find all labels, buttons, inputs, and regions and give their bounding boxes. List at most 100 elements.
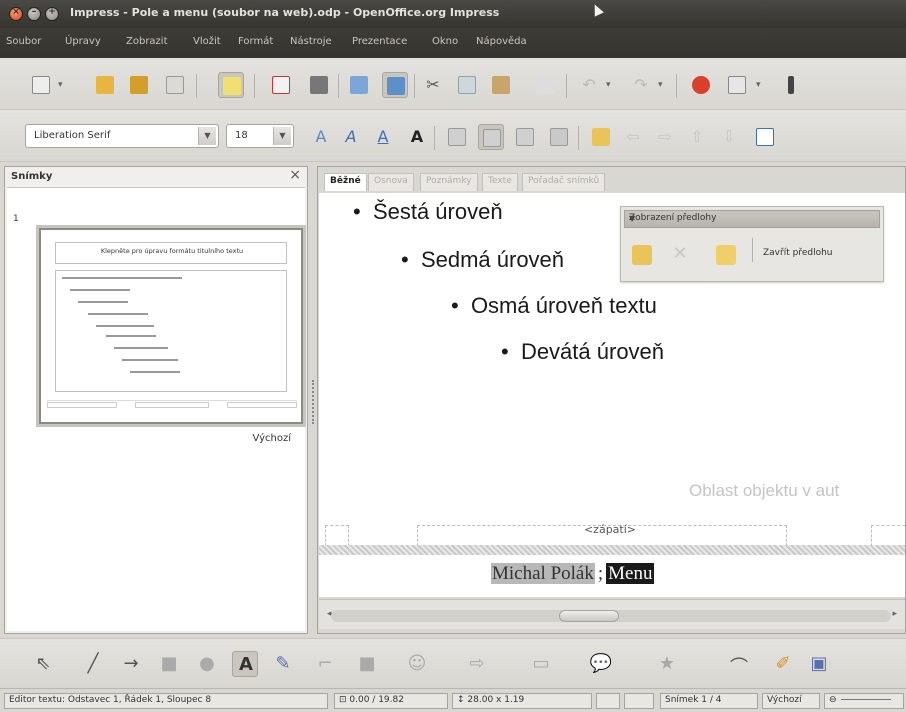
- minimize-window-button[interactable]: –: [27, 7, 41, 21]
- stars-button[interactable]: ★: [654, 651, 680, 677]
- table-button[interactable]: [724, 72, 750, 98]
- tab-normal[interactable]: Běžné: [324, 173, 367, 191]
- font-color-button[interactable]: A: [404, 124, 430, 150]
- scroll-right-icon[interactable]: ▸: [892, 609, 897, 619]
- bullets-toggle-button[interactable]: [588, 124, 614, 150]
- footer-field[interactable]: <zápatí>: [565, 523, 655, 536]
- demote-button[interactable]: ⇨: [652, 124, 678, 150]
- scissors-icon: ✂: [426, 75, 440, 94]
- redo-button[interactable]: ↷: [628, 72, 654, 98]
- line-button[interactable]: ╱: [80, 651, 106, 677]
- select-button[interactable]: ⇖: [30, 651, 56, 677]
- zoom-slider[interactable]: ⊖: [824, 693, 904, 709]
- scroll-thumb[interactable]: [559, 610, 619, 622]
- zoom-out-icon[interactable]: ⊖: [829, 695, 837, 705]
- chevron-down-icon[interactable]: ▼: [629, 214, 873, 223]
- print-button[interactable]: [306, 72, 332, 98]
- menu-help[interactable]: Nápověda: [476, 36, 527, 47]
- tab-notes[interactable]: Poznámky: [420, 173, 478, 191]
- align-center-button[interactable]: [478, 124, 504, 150]
- menu-format[interactable]: Formát: [238, 36, 273, 47]
- arrow-line-button[interactable]: →: [118, 651, 144, 677]
- close-master-view-button[interactable]: Zavřít předlohu: [763, 248, 832, 258]
- underline-button[interactable]: A: [370, 124, 396, 150]
- outline-level-6[interactable]: • Šestá úroveň: [353, 199, 503, 225]
- connector-button[interactable]: ⌐: [312, 651, 338, 677]
- font-size-dropdown-arrow[interactable]: ▼: [273, 127, 291, 145]
- text-button[interactable]: A: [232, 651, 258, 677]
- new-document-button[interactable]: [28, 72, 54, 98]
- basic-shapes-button[interactable]: ■: [354, 651, 380, 677]
- undo-button[interactable]: ↶: [576, 72, 602, 98]
- tab-slide-sorter[interactable]: Pořadač snímků: [522, 173, 606, 191]
- chart-button[interactable]: [688, 72, 714, 98]
- open-button[interactable]: [92, 72, 118, 98]
- position-icon: ⊡: [339, 695, 350, 705]
- outline-level-9[interactable]: • Devátá úroveň: [501, 339, 664, 365]
- cut-button[interactable]: ✂: [420, 72, 446, 98]
- block-arrows-button[interactable]: ⇨: [464, 651, 490, 677]
- shadow-font-button[interactable]: A: [338, 124, 364, 150]
- mail-button[interactable]: [162, 72, 188, 98]
- more-controls-button[interactable]: [778, 72, 804, 98]
- menu-insert[interactable]: Vložit: [193, 36, 221, 47]
- rectangle-button[interactable]: ■: [156, 651, 182, 677]
- undo-dropdown-arrow[interactable]: ▾: [606, 80, 611, 90]
- auto-spellcheck-button[interactable]: [382, 72, 408, 98]
- align-left-button[interactable]: [444, 124, 470, 150]
- new-master-button[interactable]: [629, 241, 655, 269]
- redo-dropdown-arrow[interactable]: ▾: [658, 80, 663, 90]
- maximize-window-button[interactable]: +: [45, 7, 59, 21]
- new-dropdown-arrow[interactable]: ▾: [58, 80, 63, 90]
- clone-format-button[interactable]: [532, 72, 558, 98]
- menu-tools[interactable]: Nástroje: [290, 36, 332, 47]
- move-down-button[interactable]: ⇩: [716, 124, 742, 150]
- tab-outline[interactable]: Osnova: [368, 173, 414, 191]
- spellcheck-button[interactable]: [346, 72, 372, 98]
- flowchart-button[interactable]: ▭: [528, 651, 554, 677]
- horizontal-scrollbar[interactable]: ◂ ▸: [319, 599, 905, 629]
- autolayout-placeholder[interactable]: Oblast objektu v aut: [689, 481, 839, 501]
- points-button[interactable]: ⌒: [726, 651, 752, 678]
- close-pane-icon[interactable]: ×: [289, 167, 301, 183]
- outline-font-button[interactable]: A: [308, 124, 334, 150]
- promote-button[interactable]: ⇦: [620, 124, 646, 150]
- footer-text[interactable]: Michal Polák; Menu: [491, 563, 655, 585]
- zoom-track[interactable]: [840, 699, 891, 700]
- character-button[interactable]: [752, 124, 778, 150]
- ellipse-button[interactable]: ●: [194, 651, 220, 677]
- menu-file[interactable]: Soubor: [6, 36, 41, 47]
- save-button[interactable]: [126, 72, 152, 98]
- paste-button[interactable]: [488, 72, 514, 98]
- glue-points-button[interactable]: ✐: [770, 651, 796, 677]
- fontwork-button[interactable]: ▣: [806, 651, 832, 677]
- delete-master-button[interactable]: ✕: [667, 241, 693, 269]
- table-dropdown-arrow[interactable]: ▾: [756, 80, 761, 90]
- outline-level-8[interactable]: • Osmá úroveň textu: [451, 293, 657, 319]
- align-right-button[interactable]: [512, 124, 538, 150]
- curve-button[interactable]: ✎: [270, 651, 296, 677]
- copy-button[interactable]: [454, 72, 480, 98]
- callouts-button[interactable]: 💬: [588, 651, 614, 677]
- menu-view[interactable]: Zobrazit: [126, 36, 168, 47]
- export-pdf-button[interactable]: [268, 72, 294, 98]
- menu-edit[interactable]: Úpravy: [65, 36, 101, 47]
- menu-slideshow[interactable]: Prezentace: [352, 36, 407, 47]
- splitter-grip[interactable]: [312, 380, 314, 424]
- move-up-button[interactable]: ⇧: [684, 124, 710, 150]
- menu-window[interactable]: Okno: [432, 36, 458, 47]
- layout-name[interactable]: Výchozí: [762, 693, 820, 709]
- outline-level-7[interactable]: • Sedmá úroveň: [401, 247, 564, 273]
- font-size-combobox[interactable]: 18 ▼: [226, 124, 294, 148]
- justify-button[interactable]: [546, 124, 572, 150]
- font-name-combobox[interactable]: Liberation Serif ▼: [25, 124, 219, 148]
- connector-icon: ⌐: [317, 653, 333, 674]
- close-window-button[interactable]: ×: [9, 7, 23, 21]
- tab-handout[interactable]: Texte: [482, 173, 518, 191]
- font-name-dropdown-arrow[interactable]: ▼: [198, 127, 216, 145]
- symbol-shapes-button[interactable]: ☺: [404, 651, 430, 677]
- master-view-toolbar-title[interactable]: Zobrazení předlohy ▼: [624, 210, 880, 228]
- edit-file-button[interactable]: [218, 72, 244, 98]
- slide-thumbnail[interactable]: Klepněte pro úpravu formátu titulního te…: [39, 228, 303, 424]
- rename-master-button[interactable]: [713, 241, 739, 269]
